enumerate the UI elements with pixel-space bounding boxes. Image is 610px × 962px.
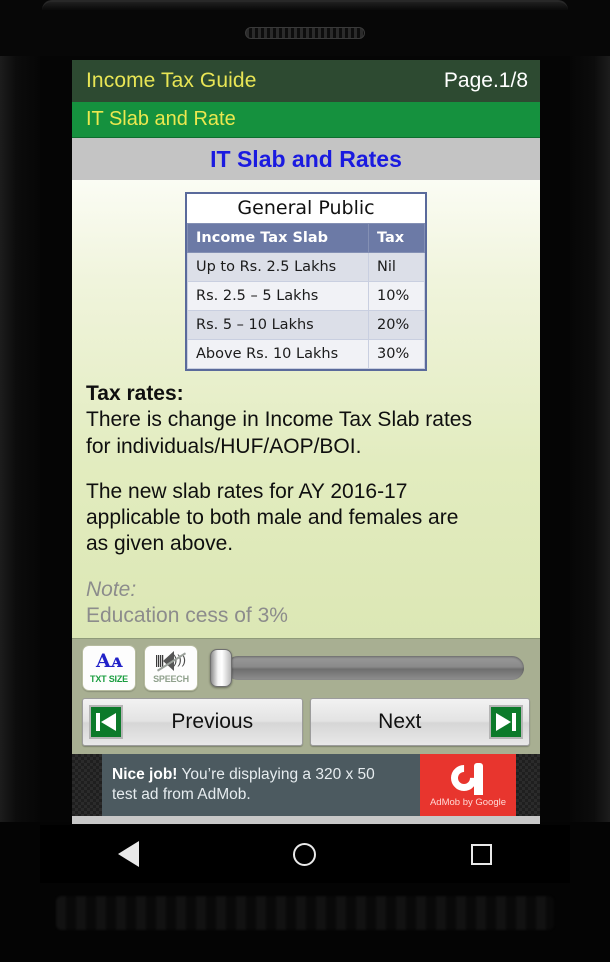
content-pane[interactable]: General Public Income Tax Slab Tax Up to… — [72, 180, 540, 638]
table-row: Up to Rs. 2.5 Lakhs Nil — [187, 252, 425, 282]
paragraph-2-line-3: as given above. — [86, 532, 234, 556]
android-navigation-bar — [40, 825, 570, 883]
paragraph-1-line-1: There is change in Income Tax Slab rates — [86, 408, 472, 432]
slab-table-caption: General Public — [187, 194, 425, 223]
admob-logo-panel[interactable]: AdMob by Google — [420, 754, 516, 816]
device-bezel-top — [0, 0, 610, 56]
content-heading-bar: IT Slab and Rates — [72, 138, 540, 180]
android-recents-button[interactable] — [452, 825, 512, 883]
speaker-muted-icon: ))) — [156, 650, 187, 672]
android-device-frame: Income Tax Guide Page.1/8 IT Slab and Ra… — [0, 0, 610, 962]
column-header-tax: Tax — [368, 223, 425, 253]
section-title: IT Slab and Rate — [86, 108, 236, 130]
cell-slab: Rs. 5 – 10 Lakhs — [187, 310, 369, 340]
ad-right-texture — [516, 754, 540, 816]
device-bezel-right — [570, 0, 610, 962]
page-navigation-row: Previous Next — [72, 696, 540, 754]
skip-next-icon — [489, 705, 523, 739]
cell-tax: 10% — [368, 281, 425, 311]
ad-body[interactable]: Nice job! You’re displaying a 320 x 50 t… — [102, 754, 420, 816]
admob-logo-icon — [445, 759, 485, 796]
speech-label: SPEECH — [153, 673, 189, 684]
cell-tax: Nil — [368, 252, 425, 282]
text-size-label: TXT SIZE — [90, 673, 128, 684]
back-triangle-icon — [117, 841, 139, 867]
admob-caption: AdMob by Google — [429, 796, 507, 808]
table-row: Rs. 2.5 – 5 Lakhs 10% — [187, 281, 425, 311]
cell-tax: 30% — [368, 339, 425, 369]
column-header-income-tax-slab: Income Tax Slab — [187, 223, 369, 253]
ad-headline: Nice job! — [112, 766, 178, 784]
app-title-bar: Income Tax Guide Page.1/8 — [72, 60, 540, 102]
android-back-button[interactable] — [98, 825, 158, 883]
next-button-label: Next — [378, 710, 422, 733]
paragraph-2-line-1: The new slab rates for AY 2016-17 — [86, 479, 408, 503]
speech-button[interactable]: ))) SPEECH — [144, 644, 198, 691]
article-body: Tax rates: There is change in Income Tax… — [86, 381, 526, 629]
seek-thumb[interactable] — [210, 648, 232, 687]
content-heading: IT Slab and Rates — [210, 145, 402, 172]
text-size-button[interactable]: Aᴀ TXT SIZE — [82, 644, 136, 691]
previous-button-label: Previous — [171, 710, 254, 733]
bottom-speaker-grille-icon — [56, 896, 554, 930]
cell-tax: 20% — [368, 310, 425, 340]
slab-table: Income Tax Slab Tax Up to Rs. 2.5 Lakhs … — [187, 223, 425, 369]
ad-left-texture — [72, 754, 102, 816]
paragraph-1-line-2: for individuals/HUF/AOP/BOI. — [86, 434, 362, 458]
table-row: Above Rs. 10 Lakhs 30% — [187, 339, 425, 369]
admob-banner-ad[interactable]: Nice job! You’re displaying a 320 x 50 t… — [72, 754, 540, 816]
app-screen: Income Tax Guide Page.1/8 IT Slab and Ra… — [72, 60, 540, 824]
page-indicator: Page.1/8 — [443, 69, 528, 92]
page-seek-slider[interactable] — [208, 645, 526, 691]
note-spacer — [86, 558, 526, 577]
bezel-top-edge-highlight — [42, 0, 568, 10]
next-button[interactable]: Next — [309, 698, 530, 746]
seek-track[interactable] — [226, 655, 524, 680]
ad-text-line-2: test ad from AdMob. — [112, 786, 251, 803]
section-title-bar: IT Slab and Rate — [72, 102, 540, 138]
cell-slab: Rs. 2.5 – 5 Lakhs — [187, 281, 369, 311]
table-row: Rs. 5 – 10 Lakhs 20% — [187, 310, 425, 340]
text-size-glyph: Aᴀ — [96, 649, 122, 672]
earpiece-speaker-grille-icon — [245, 27, 365, 39]
tax-rates-label: Tax rates: — [86, 382, 184, 405]
paragraph-2-line-2: applicable to both male and females are — [86, 506, 459, 529]
note-label: Note: — [86, 577, 137, 601]
table-header-row: Income Tax Slab Tax — [187, 223, 425, 253]
ad-text: Nice job! You’re displaying a 320 x 50 t… — [112, 765, 375, 805]
app-title: Income Tax Guide — [86, 69, 257, 92]
android-home-button[interactable] — [275, 825, 335, 883]
recents-square-icon — [471, 843, 493, 865]
cell-slab: Up to Rs. 2.5 Lakhs — [187, 252, 369, 282]
reader-toolbar: Aᴀ TXT SIZE ))) SPEECH — [72, 638, 540, 696]
skip-previous-icon — [89, 705, 123, 739]
ad-text-line-1: You’re displaying a 320 x 50 — [177, 766, 375, 784]
note-text: Education cess of 3% — [86, 603, 288, 627]
device-bezel-left — [0, 0, 40, 962]
previous-button[interactable]: Previous — [82, 698, 303, 746]
cell-slab: Above Rs. 10 Lakhs — [187, 339, 369, 369]
slab-table-image: General Public Income Tax Slab Tax Up to… — [185, 192, 427, 371]
home-circle-icon — [293, 842, 317, 866]
